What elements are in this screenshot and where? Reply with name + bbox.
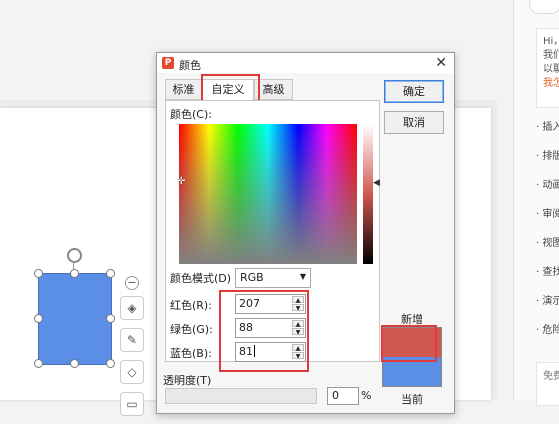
resize-handle-top-left[interactable] [34,269,43,278]
transparency-slider[interactable] [165,388,317,404]
panel-item-view[interactable]: · 视图 [536,234,559,249]
panel-item-insert[interactable]: · 插入 [536,118,559,133]
panel-item-label: 插入 [542,122,559,133]
panel-item-find[interactable]: · 查找 [536,263,559,278]
chat-line: 我们 [543,50,559,61]
highlight-rgb-inputs [219,290,309,372]
color-label: 颜色(C): [170,108,212,121]
resize-handle-top-right[interactable] [106,269,115,278]
percent-unit: % [361,389,372,402]
transparency-label: 透明度(T) [163,374,212,387]
resize-handle-left[interactable] [34,314,43,323]
panel-item-review[interactable]: · 审阅 [536,205,559,220]
floating-toolbar: ◈ ✎ ◇ ▭ [120,296,146,424]
panel-item-label: 视图 [542,238,559,249]
panel-item-present[interactable]: · 演示 [536,292,559,307]
resize-handle-top[interactable] [70,269,79,278]
resize-handle-bottom-left[interactable] [34,359,43,368]
layers-icon[interactable]: ◈ [120,296,144,320]
panel-item-label: 演示 [542,296,559,307]
dialog-title: 颜色 [179,59,201,72]
panel-item-label: 排版 [542,151,559,162]
ok-button[interactable]: 确定 [384,80,444,103]
chat-line: Hi， [543,36,559,47]
highlight-new-color [381,325,437,362]
panel-item-label: 危险 [542,325,559,336]
panel-item-danger[interactable]: · 危险 [536,321,559,336]
search-icon[interactable] [529,0,559,14]
panel-item-label: 审阅 [542,209,559,220]
crosshair-icon: ✛ [177,176,186,187]
dialog-titlebar[interactable]: P 颜色 ✕ [157,53,454,73]
resize-handle-bottom[interactable] [70,359,79,368]
close-icon[interactable]: ✕ [435,55,447,71]
red-label: 红色(R): [170,299,212,312]
luminance-pointer-icon[interactable]: ◀ [373,178,380,188]
panel-item-layout[interactable]: · 排版 [536,147,559,162]
tab-standard[interactable]: 标准 [165,79,202,100]
rotate-handle-icon[interactable] [67,248,82,263]
resize-handle-bottom-right[interactable] [106,359,115,368]
color-mode-label: 颜色模式(D) [170,272,232,285]
color-dialog: P 颜色 ✕ 标准 自定义 高级 颜色(C): ✛ ◀ 颜色模式(D) RGB … [156,52,455,414]
more-icon[interactable]: ▭ [120,392,144,416]
resize-handle-right[interactable] [106,314,115,323]
current-color-label: 当前 [401,393,423,406]
panel-bottom-card[interactable]: 免费 [536,362,559,406]
transparency-value: 0 [332,389,339,402]
panel-item-animation[interactable]: · 动画 [536,176,559,191]
color-spectrum-picker[interactable] [179,124,357,264]
pen-icon[interactable]: ✎ [120,328,144,352]
chat-line: 以聊 [543,64,559,75]
panel-item-label: 动画 [542,180,559,191]
color-mode-value: RGB [240,271,264,284]
blue-label: 蓝色(B): [170,347,212,360]
selected-rectangle-shape[interactable] [38,273,112,365]
cancel-button[interactable]: 取消 [384,111,444,134]
green-label: 绿色(G): [170,323,213,336]
fill-icon[interactable]: ◇ [120,360,144,384]
collapse-icon[interactable]: − [125,276,139,290]
panel-item-label: 查找 [542,267,559,278]
transparency-input[interactable]: 0 [327,387,359,405]
panel-bottom-label: 免费 [543,371,559,382]
chevron-down-icon: ▼ [299,272,306,281]
color-mode-select[interactable]: RGB ▼ [235,268,311,288]
luminance-slider[interactable] [363,124,373,264]
chat-line: 我怎 [543,78,559,89]
wps-presentation-icon: P [162,57,174,69]
assistant-chat-card[interactable]: Hi， 我们 以聊 我怎 [536,28,559,108]
